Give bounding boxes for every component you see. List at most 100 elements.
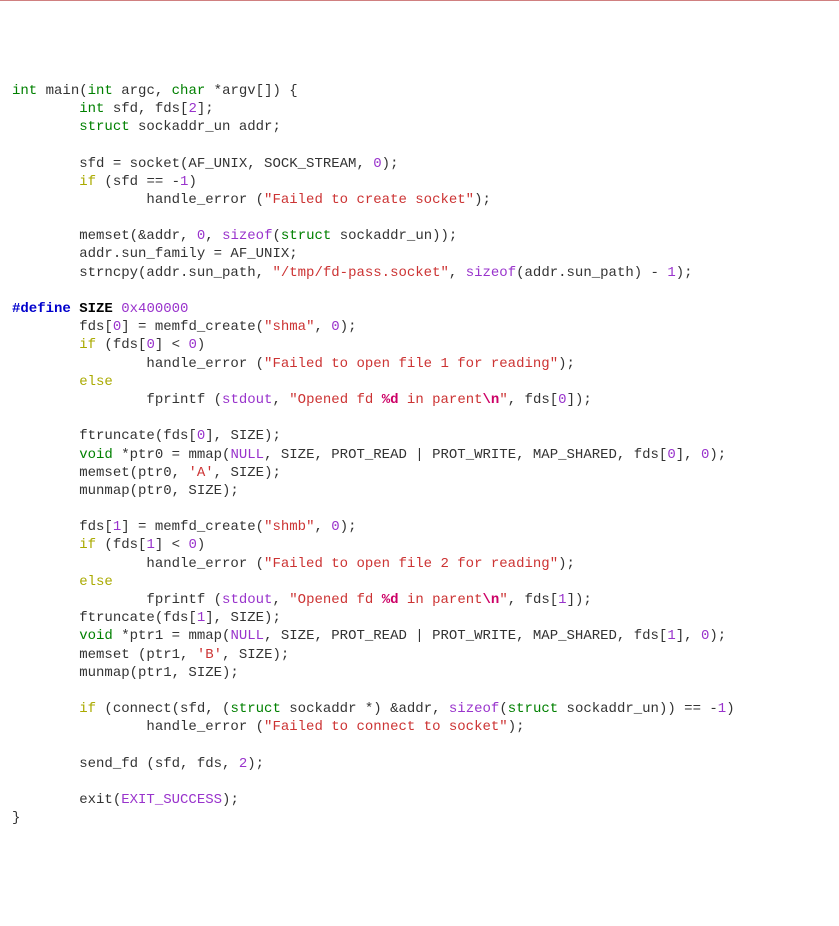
code-line: send_fd (sfd, fds, 2); — [12, 755, 827, 773]
code-token: ]; — [197, 101, 214, 117]
code-token: 1 — [667, 265, 675, 281]
code-token: "shma" — [264, 319, 314, 335]
code-token: struct — [79, 119, 138, 135]
code-line: else — [12, 573, 827, 591]
code-token: 1 — [113, 519, 121, 535]
code-token: ); — [474, 192, 491, 208]
code-token — [12, 447, 79, 463]
code-token: ); — [340, 319, 357, 335]
code-token: ); — [558, 356, 575, 372]
code-token: ); — [247, 756, 264, 772]
code-token: ftruncate(fds[ — [12, 428, 197, 444]
code-token: (connect(sfd, ( — [96, 701, 230, 717]
code-block: int main(int argc, char *argv[]) { int s… — [12, 82, 827, 828]
code-token: sizeof — [222, 228, 272, 244]
code-token: " — [499, 592, 507, 608]
code-token: 2 — [188, 101, 196, 117]
code-token: sfd, fds[ — [113, 101, 189, 117]
code-token: munmap(ptr0, SIZE); — [12, 483, 239, 499]
code-token: 0 — [146, 337, 154, 353]
code-line: handle_error ("Failed to open file 1 for… — [12, 355, 827, 373]
code-token: fprintf ( — [12, 392, 222, 408]
code-token: %d — [382, 392, 399, 408]
code-token: ], SIZE); — [205, 428, 281, 444]
code-token: sizeof — [466, 265, 516, 281]
code-token: , SIZE, PROT_READ | PROT_WRITE, MAP_SHAR… — [264, 628, 667, 644]
code-token: 0 — [331, 319, 339, 335]
code-token: stdout — [222, 592, 272, 608]
code-token — [12, 374, 79, 390]
code-line: int sfd, fds[2]; — [12, 100, 827, 118]
code-token: ); — [558, 556, 575, 572]
code-token: %d — [382, 592, 399, 608]
code-token — [12, 119, 79, 135]
code-token: 0 — [558, 392, 566, 408]
code-token: struct — [230, 701, 289, 717]
code-token: 2 — [239, 756, 247, 772]
code-token: sockaddr_un)); — [340, 228, 458, 244]
code-line: if (sfd == -1) — [12, 173, 827, 191]
code-token: ) — [726, 701, 734, 717]
code-line — [12, 737, 827, 755]
code-token: ) — [188, 174, 196, 190]
code-token: , — [205, 228, 222, 244]
code-token: (fds[ — [96, 337, 146, 353]
code-token: sockaddr *) &addr, — [289, 701, 449, 717]
code-token: sockaddr_un)) == - — [567, 701, 718, 717]
code-token: else — [79, 374, 113, 390]
code-token — [12, 101, 79, 117]
code-token: NULL — [230, 447, 264, 463]
code-token: if — [79, 337, 96, 353]
code-token: EXIT_SUCCESS — [121, 792, 222, 808]
code-token: else — [79, 574, 113, 590]
code-token — [12, 574, 79, 590]
code-token: ftruncate(fds[ — [12, 610, 197, 626]
code-token: handle_error ( — [12, 192, 264, 208]
code-token: fds[ — [12, 519, 113, 535]
code-token — [12, 537, 79, 553]
code-token: ); — [222, 792, 239, 808]
code-token: fds[ — [12, 319, 113, 335]
code-line: fprintf (stdout, "Opened fd %d in parent… — [12, 391, 827, 409]
code-token: *ptr0 = mmap( — [121, 447, 230, 463]
code-token: (sfd == - — [96, 174, 180, 190]
code-line: int main(int argc, char *argv[]) { — [12, 82, 827, 100]
code-token: void — [79, 447, 121, 463]
code-token — [12, 174, 79, 190]
code-token: (addr.sun_path) - — [516, 265, 667, 281]
code-token: 0 — [331, 519, 339, 535]
code-token: 0x400000 — [121, 301, 188, 317]
code-token: ) — [197, 337, 205, 353]
code-token: ); — [676, 265, 693, 281]
code-token: sizeof — [449, 701, 499, 717]
code-token: "Failed to open file 1 for reading" — [264, 356, 558, 372]
code-token: handle_error ( — [12, 356, 264, 372]
code-token: ] < — [155, 537, 189, 553]
code-line: memset (ptr1, 'B', SIZE); — [12, 646, 827, 664]
code-token: stdout — [222, 392, 272, 408]
code-token: int — [12, 83, 46, 99]
code-line: addr.sun_family = AF_UNIX; — [12, 245, 827, 263]
code-token: 0 — [188, 537, 196, 553]
code-token: 'B' — [197, 647, 222, 663]
code-token: handle_error ( — [12, 556, 264, 572]
code-line: fds[1] = memfd_create("shmb", 0); — [12, 518, 827, 536]
code-token: struct — [508, 701, 567, 717]
code-token: 1 — [197, 610, 205, 626]
code-token: handle_error ( — [12, 719, 264, 735]
code-token: , — [272, 392, 289, 408]
code-token: fprintf ( — [12, 592, 222, 608]
code-token: 0 — [188, 337, 196, 353]
code-token: memset (ptr1, — [12, 647, 197, 663]
code-line: void *ptr0 = mmap(NULL, SIZE, PROT_READ … — [12, 446, 827, 464]
code-token: if — [79, 537, 96, 553]
code-token: (fds[ — [96, 537, 146, 553]
code-token: #define — [12, 301, 79, 317]
code-token: ); — [709, 628, 726, 644]
code-token: char — [172, 83, 214, 99]
code-token: if — [79, 701, 96, 717]
code-token: 1 — [558, 592, 566, 608]
code-token: "shmb" — [264, 519, 314, 535]
code-line: munmap(ptr0, SIZE); — [12, 482, 827, 500]
code-token: , fds[ — [508, 392, 558, 408]
